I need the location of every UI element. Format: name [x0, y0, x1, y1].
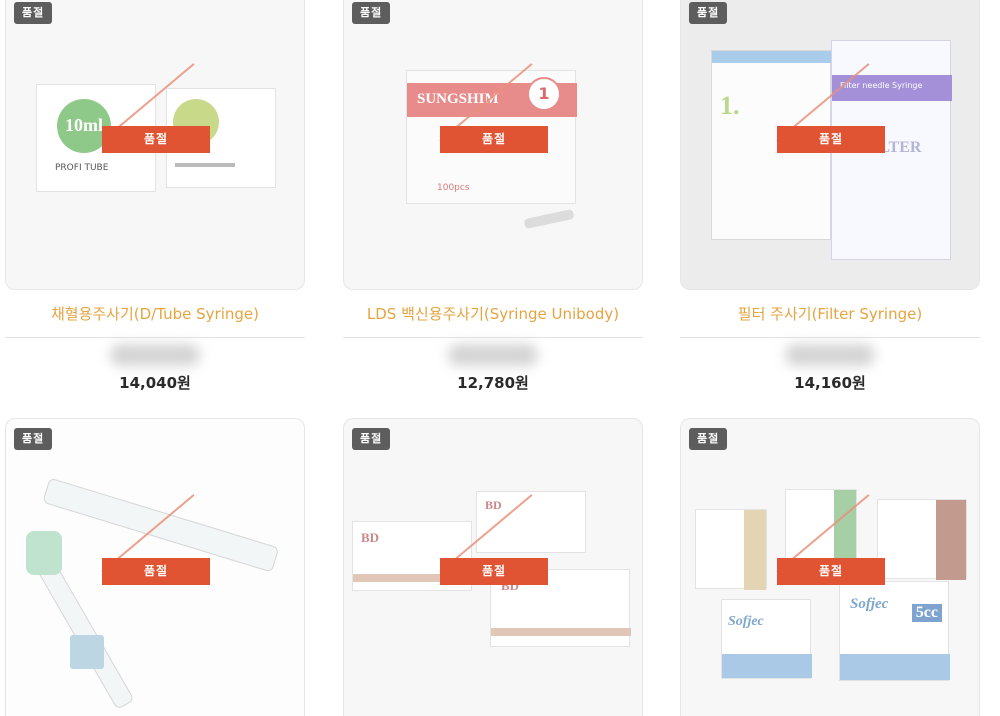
soldout-overlay: 품절: [102, 126, 210, 153]
soldout-overlay: 품절: [777, 126, 885, 153]
soldout-badge: 품절: [352, 2, 391, 24]
divider: [343, 337, 643, 338]
product-box: [785, 489, 857, 560]
box-text: Sofjec: [850, 596, 889, 612]
box-band: [712, 51, 832, 63]
product-name[interactable]: 채혈용주사기(D/Tube Syringe): [5, 304, 305, 324]
box-subtext: Filter needle Syringe: [840, 81, 923, 90]
product-image[interactable]: 품절 Sofjec Sofjec 5cc 품절: [680, 418, 980, 716]
product-image[interactable]: 품절 BD BD BD 품절: [343, 418, 643, 716]
product-image[interactable]: 품절 SUNGSHIM 1 100pcs 품절: [343, 0, 643, 290]
box-subtext: PROFI TUBE: [55, 163, 109, 173]
box-text: Sofjec: [728, 614, 764, 629]
box-band: [834, 490, 856, 560]
soldout-badge: 품절: [689, 2, 728, 24]
box-band: [744, 510, 766, 590]
product-name[interactable]: LDS 백신용주사기(Syringe Unibody): [343, 304, 643, 324]
product-price: 12,780원: [457, 374, 529, 392]
product-card[interactable]: 품절 SUNGSHIM 1 100pcs 품절 LDS 백신용주사기(Syrin…: [343, 0, 643, 393]
soldout-overlay: 품절: [102, 558, 210, 585]
product-box: [695, 509, 767, 590]
blurred-price: [448, 344, 538, 366]
box-text: 10ml: [65, 115, 103, 135]
product-card[interactable]: 품절 1. Filter needle Syringe EZ FILTER 품절…: [680, 0, 980, 393]
needle-tip: [523, 208, 575, 230]
soldout-overlay: 품절: [440, 558, 548, 585]
product-box: Sofjec 5cc: [839, 581, 950, 681]
box-subtext: [175, 163, 235, 167]
box-band: [840, 654, 950, 680]
product-price: 14,160원: [794, 374, 866, 392]
blurred-price: [785, 344, 875, 366]
product-name[interactable]: 필터 주사기(Filter Syringe): [680, 304, 980, 324]
soldout-badge: 품절: [14, 428, 53, 450]
product-image[interactable]: 품절 1. Filter needle Syringe EZ FILTER 품절: [680, 0, 980, 290]
divider: [680, 337, 980, 338]
product-image[interactable]: 품절 품절: [5, 418, 305, 716]
soldout-overlay: 품절: [777, 558, 885, 585]
product-box: Sofjec: [721, 599, 812, 679]
box-band: [491, 628, 631, 636]
needle-cap: [26, 531, 62, 575]
product-card[interactable]: 품절 Sofjec Sofjec 5cc 품절: [680, 418, 980, 716]
divider: [5, 337, 305, 338]
soldout-badge: 품절: [689, 428, 728, 450]
syringe-cube: [70, 635, 104, 669]
soldout-badge: 품절: [14, 2, 53, 24]
soldout-badge: 품절: [352, 428, 391, 450]
box-number: 1: [527, 77, 561, 111]
box-subtext: 5cc: [911, 604, 942, 622]
box-band: [936, 500, 966, 580]
box-subtext: 100pcs: [437, 183, 470, 193]
blurred-price: [110, 344, 200, 366]
box-number: 1.: [720, 91, 740, 120]
box-band: [722, 654, 812, 678]
product-card[interactable]: 품절 품절: [5, 418, 305, 716]
product-card[interactable]: 품절 10ml PROFI TUBE 품절 채혈용주사기(D/Tube Syri…: [5, 0, 305, 393]
soldout-overlay: 품절: [440, 126, 548, 153]
product-image[interactable]: 품절 10ml PROFI TUBE 품절: [5, 0, 305, 290]
box-text: BD: [361, 530, 380, 545]
product-price: 14,040원: [119, 374, 191, 392]
product-box: [877, 499, 967, 580]
product-box: BD: [476, 491, 586, 553]
box-text: BD: [485, 498, 502, 512]
product-card[interactable]: 품절 BD BD BD 품절: [343, 418, 643, 716]
